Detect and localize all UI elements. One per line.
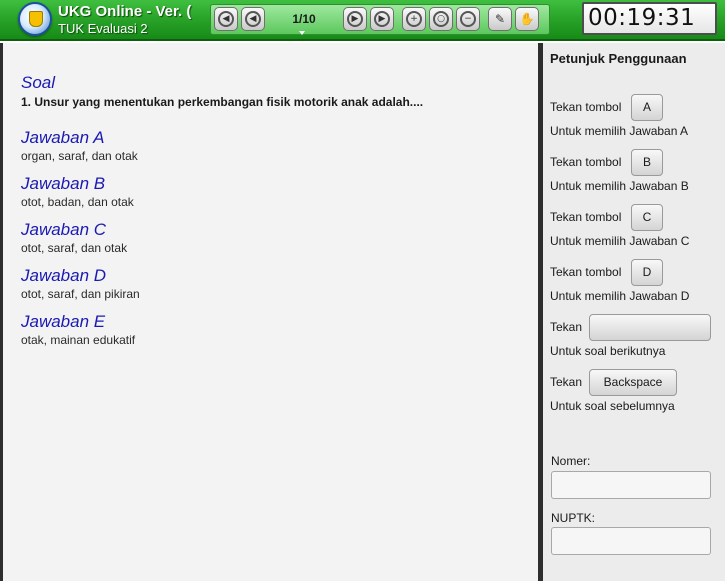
answer-label: Jawaban E xyxy=(21,312,106,331)
app-title: UKG Online - Ver. ( xyxy=(58,3,192,20)
zoom-out-icon: − xyxy=(460,10,476,27)
instruction-desc: Untuk memilih Jawaban B xyxy=(550,179,689,193)
instruction-desc: Untuk soal sebelumnya xyxy=(550,399,675,413)
flag-icon: ✎ xyxy=(494,12,506,26)
key-d-button[interactable]: D xyxy=(631,259,663,286)
answer-option-e[interactable]: Jawaban E otak, mainan edukatif xyxy=(21,312,135,347)
nuptk-label: NUPTK: xyxy=(551,511,596,525)
instruction-prefix: Tekan tombol xyxy=(550,265,622,279)
answer-option-d[interactable]: Jawaban D otot, saraf, dan pikiran xyxy=(21,266,140,301)
zoom-reset-button[interactable]: ○ xyxy=(429,7,453,31)
nuptk-field[interactable] xyxy=(551,527,711,555)
first-question-button[interactable]: ◀ xyxy=(214,7,238,31)
instruction-prefix: Tekan tombol xyxy=(550,210,622,224)
answer-label: Jawaban A xyxy=(21,128,105,147)
page-indicator: 1/10 xyxy=(292,12,316,26)
answer-text: otak, mainan edukatif xyxy=(21,333,136,347)
instruction-desc: Untuk memilih Jawaban D xyxy=(550,289,690,303)
pan-hand-button[interactable]: ✋ xyxy=(515,7,539,31)
answer-option-a[interactable]: Jawaban A organ, saraf, dan otak xyxy=(21,128,138,163)
prev-icon: ◀ xyxy=(245,10,261,27)
nomer-field[interactable] xyxy=(551,471,711,499)
instruction-prefix: Tekan tombol xyxy=(550,100,622,114)
instruction-prefix: Tekan tombol xyxy=(550,155,622,169)
answer-label: Jawaban C xyxy=(21,220,107,239)
exam-subtitle: TUK Evaluasi 2 xyxy=(58,21,148,36)
timer-box: 00:19:31 xyxy=(582,2,717,35)
instructions-title: Petunjuk Penggunaan xyxy=(550,51,687,66)
key-space-button[interactable] xyxy=(589,314,711,341)
key-a-button[interactable]: A xyxy=(631,94,663,121)
answer-option-b[interactable]: Jawaban B otot, badan, dan otak xyxy=(21,174,134,209)
countdown-timer: 00:19:31 xyxy=(588,5,696,31)
last-question-button[interactable]: ▶ xyxy=(370,7,394,31)
answer-label: Jawaban B xyxy=(21,174,106,193)
next-question-button[interactable]: ▶ xyxy=(343,7,367,31)
key-b-button[interactable]: B xyxy=(631,149,663,176)
tut-wuri-logo-icon xyxy=(18,2,52,36)
key-backspace-button[interactable]: Backspace xyxy=(589,369,677,396)
zoom-in-icon: + xyxy=(406,10,422,27)
question-text: 1. Unsur yang menentukan perkembangan fi… xyxy=(21,95,424,109)
prev-question-button[interactable]: ◀ xyxy=(241,7,265,31)
page-dropdown-caret-icon[interactable] xyxy=(299,31,305,35)
zoom-in-button[interactable]: + xyxy=(402,7,426,31)
first-icon: ◀ xyxy=(218,10,234,27)
nomer-label: Nomer: xyxy=(551,454,591,468)
instruction-desc: Untuk soal berikutnya xyxy=(550,344,666,358)
instruction-desc: Untuk memilih Jawaban C xyxy=(550,234,690,248)
instruction-prefix: Tekan xyxy=(550,375,583,389)
zoom-out-button[interactable]: − xyxy=(456,7,480,31)
hand-icon: ✋ xyxy=(519,12,535,26)
answer-text: organ, saraf, dan otak xyxy=(21,149,138,163)
answer-text: otot, saraf, dan pikiran xyxy=(21,287,140,301)
zoom-reset-icon: ○ xyxy=(433,10,449,27)
top-toolbar: UKG Online - Ver. ( TUK Evaluasi 2 ◀ ◀ 1… xyxy=(0,0,725,41)
answer-option-c[interactable]: Jawaban C otot, saraf, dan otak xyxy=(21,220,127,255)
last-icon: ▶ xyxy=(374,10,390,27)
question-area: Soal 1. Unsur yang menentukan perkembang… xyxy=(0,43,540,581)
answer-label: Jawaban D xyxy=(21,266,107,285)
instruction-desc: Untuk memilih Jawaban A xyxy=(550,124,689,138)
instruction-prefix: Tekan xyxy=(550,320,583,334)
key-c-button[interactable]: C xyxy=(631,204,663,231)
next-icon: ▶ xyxy=(347,10,363,27)
instructions-panel: Petunjuk Penggunaan Tekan tombol A Untuk… xyxy=(540,43,725,581)
answer-text: otot, saraf, dan otak xyxy=(21,241,128,255)
answer-text: otot, badan, dan otak xyxy=(21,195,134,209)
mark-question-button[interactable]: ✎ xyxy=(488,7,512,31)
question-heading: Soal xyxy=(21,73,56,92)
